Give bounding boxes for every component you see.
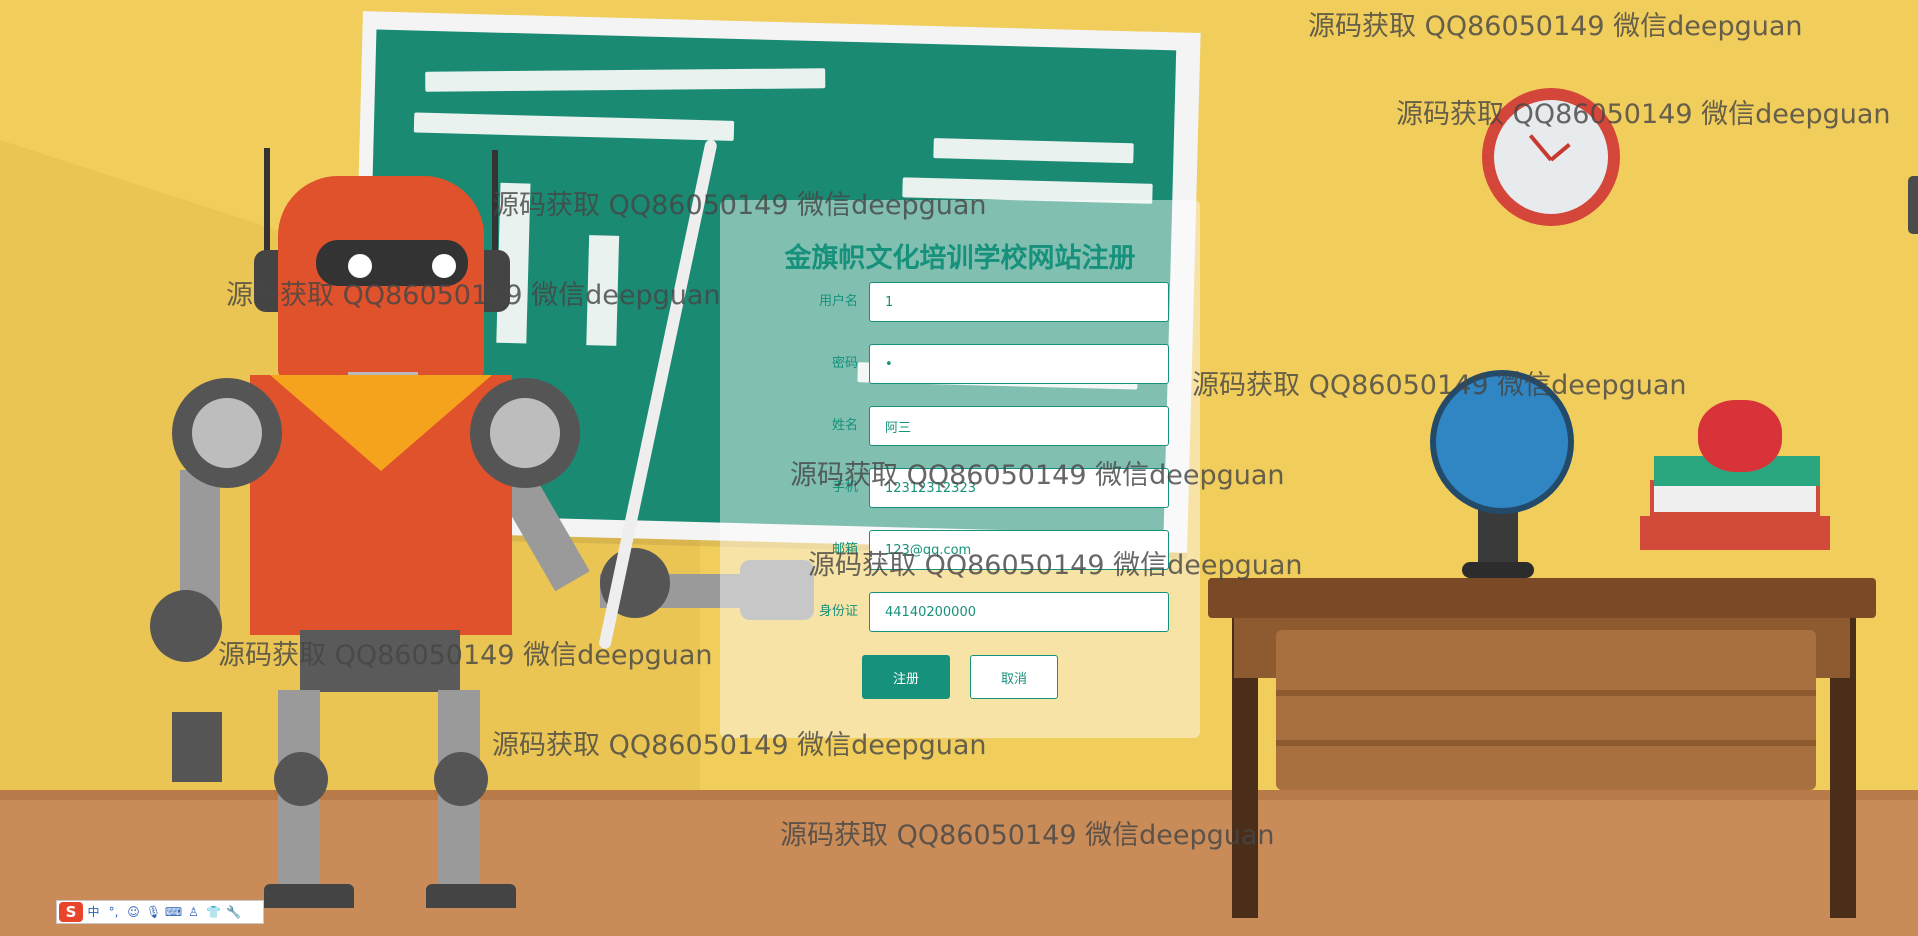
robot-shoulder xyxy=(192,398,262,468)
id-card-label: 身份证 xyxy=(818,604,858,619)
apple-illustration xyxy=(1698,400,1782,472)
email-input[interactable] xyxy=(869,530,1169,570)
robot-knee xyxy=(274,752,328,806)
chalkboard-bar xyxy=(586,235,620,346)
email-label: 邮箱 xyxy=(831,542,858,557)
robot-foot xyxy=(264,884,354,908)
form-title: 金旗帜文化培训学校网站注册 xyxy=(784,243,1136,274)
settings-icon[interactable]: 🔧 xyxy=(224,902,243,922)
robot-foot xyxy=(426,884,516,908)
username-label: 用户名 xyxy=(818,294,858,309)
sogou-logo-icon[interactable]: S xyxy=(59,902,83,922)
ime-toolbar: S 中 °, ☺ 🎙 ⌨ ♙ 👕 🔧 xyxy=(56,900,264,924)
robot-elbow xyxy=(150,590,222,662)
clock-hand xyxy=(1549,143,1571,162)
book-illustration xyxy=(1640,516,1830,550)
clock-hand xyxy=(1528,134,1553,162)
desk-top xyxy=(1208,578,1876,618)
robot-shoulder xyxy=(490,398,560,468)
form-row-password: 密码 xyxy=(720,344,1200,384)
form-row-phone: 手机 xyxy=(720,468,1200,508)
register-button[interactable]: 注册 xyxy=(862,655,950,699)
chalkboard-line xyxy=(413,112,735,141)
voice-icon[interactable]: 🎙 xyxy=(144,902,163,922)
form-row-email: 邮箱 xyxy=(720,530,1200,570)
registration-form: 金旗帜文化培训学校网站注册 用户名 密码 姓名 手机 邮箱 身份证 注册 取消 xyxy=(720,200,1200,738)
robot-belt xyxy=(300,630,460,692)
cancel-button[interactable]: 取消 xyxy=(970,655,1058,699)
chalkboard-line xyxy=(933,138,1134,164)
password-label: 密码 xyxy=(831,356,858,371)
phone-label: 手机 xyxy=(831,480,858,495)
desk-drawer-line xyxy=(1276,740,1816,746)
globe-base xyxy=(1462,562,1534,578)
desk-drawer-line xyxy=(1276,690,1816,696)
punctuation-icon[interactable]: °, xyxy=(104,902,123,922)
chalkboard-line xyxy=(425,68,826,92)
wall-clock-illustration xyxy=(1482,88,1620,226)
globe-stand xyxy=(1478,510,1518,570)
emoji-icon[interactable]: ☺ xyxy=(124,902,143,922)
phone-input[interactable] xyxy=(869,468,1169,508)
name-input[interactable] xyxy=(869,406,1169,446)
robot-eye xyxy=(348,254,372,278)
globe-illustration xyxy=(1430,370,1574,514)
chinese-mode-icon[interactable]: 中 xyxy=(84,902,103,922)
desk-drawer xyxy=(1276,630,1816,790)
clock-face xyxy=(1494,100,1608,214)
user-icon[interactable]: ♙ xyxy=(184,902,203,922)
form-row-username: 用户名 xyxy=(720,282,1200,322)
robot-antenna xyxy=(492,150,498,260)
robot-eye xyxy=(432,254,456,278)
keyboard-icon[interactable]: ⌨ xyxy=(164,902,183,922)
name-label: 姓名 xyxy=(831,418,858,433)
form-row-name: 姓名 xyxy=(720,406,1200,446)
robot-hand xyxy=(172,712,222,782)
username-input[interactable] xyxy=(869,282,1169,322)
side-panel-tab[interactable] xyxy=(1908,176,1918,234)
password-input[interactable] xyxy=(869,344,1169,384)
form-row-id-card: 身份证 xyxy=(720,592,1200,632)
robot-knee xyxy=(434,752,488,806)
id-card-input[interactable] xyxy=(869,592,1169,632)
skin-icon[interactable]: 👕 xyxy=(204,902,223,922)
